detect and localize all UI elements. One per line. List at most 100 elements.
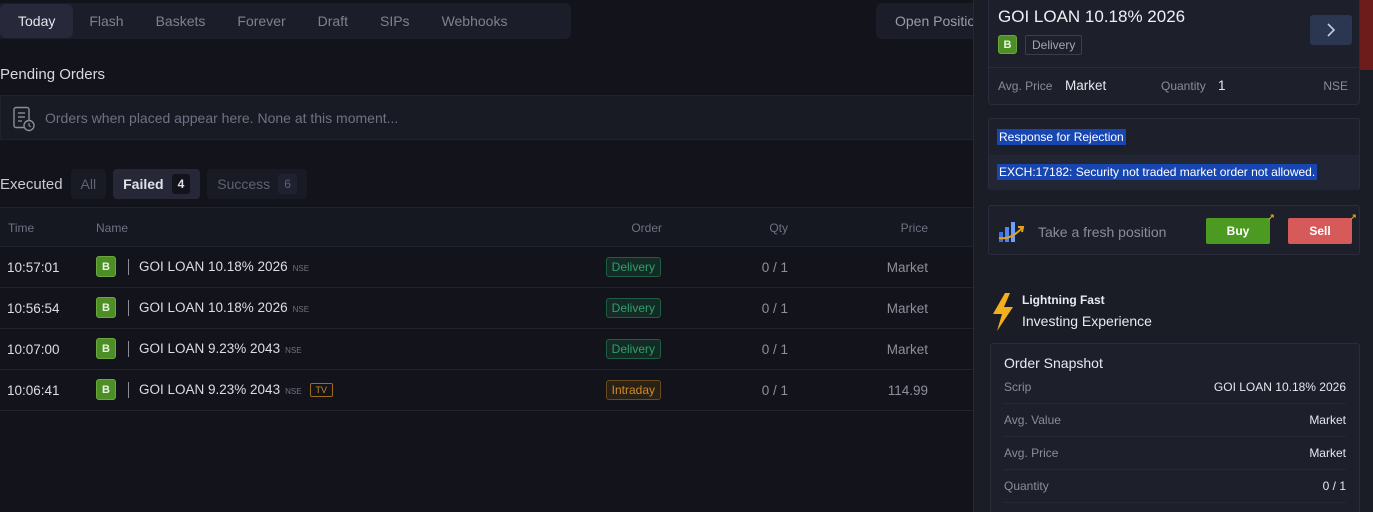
- promo-small-text: Lightning Fast: [1022, 293, 1105, 307]
- chevron-right-icon: [1326, 21, 1336, 38]
- order-tabs: Today Flash Baskets Forever Draft SIPs W…: [0, 3, 571, 39]
- row-scrip: GOI LOAN 10.18% 2026: [139, 259, 288, 274]
- avg-price-label: Avg. Price: [998, 79, 1053, 93]
- row-qty: 0 / 1: [761, 342, 788, 357]
- snapshot-value: Market: [1309, 413, 1346, 427]
- row-exchange: NSE: [285, 345, 302, 355]
- snapshot-row: Quantity 0 / 1: [1004, 479, 1346, 499]
- row-time: 10:56:54: [7, 301, 60, 316]
- order-snapshot: Order Snapshot Scrip GOI LOAN 10.18% 202…: [990, 343, 1360, 512]
- order-type-badge: Delivery: [605, 298, 661, 318]
- table-row[interactable]: 10:07:00 B GOI LOAN 9.23% 2043 NSE Deliv…: [0, 329, 990, 370]
- snapshot-label: Avg. Value: [1004, 413, 1061, 427]
- divider: [989, 67, 1359, 68]
- tab-today[interactable]: Today: [0, 4, 74, 38]
- tab-flash[interactable]: Flash: [73, 3, 139, 39]
- tab-webhooks[interactable]: Webhooks: [426, 3, 524, 39]
- snapshot-row: Scrip GOI LOAN 10.18% 2026: [1004, 380, 1346, 400]
- detail-buy-badge: B: [998, 35, 1017, 54]
- rejection-title: Response for Rejection: [997, 129, 1126, 145]
- snapshot-row: Avg. Price Market: [1004, 446, 1346, 466]
- pending-orders-empty: Orders when placed appear here. None at …: [0, 95, 990, 140]
- row-name: B GOI LOAN 10.18% 2026 NSE: [96, 256, 309, 277]
- order-type-badge: Delivery: [605, 257, 661, 277]
- quantity-value: 1: [1218, 78, 1226, 93]
- detail-scrip-title: GOI LOAN 10.18% 2026: [998, 7, 1186, 26]
- buy-side-badge: B: [96, 338, 116, 359]
- scrip-card: GOI LOAN 10.18% 2026 B Delivery Avg. Pri…: [988, 0, 1360, 105]
- fresh-position-text: Take a fresh position: [1038, 224, 1167, 240]
- executed-label: Executed: [0, 175, 63, 193]
- row-name: B GOI LOAN 9.23% 2043 NSE: [96, 338, 302, 359]
- row-qty: 0 / 1: [761, 260, 788, 275]
- open-positions-button[interactable]: Open Positions: [876, 3, 986, 39]
- row-exchange: NSE: [292, 304, 310, 314]
- table-row[interactable]: 10:56:54 B GOI LOAN 10.18% 2026 NSE Deli…: [0, 288, 990, 329]
- filter-failed-label: Failed: [123, 176, 164, 192]
- row-time: 10:06:41: [7, 383, 60, 398]
- pending-orders-title: Pending Orders: [0, 66, 106, 83]
- document-clock-icon: [12, 106, 36, 137]
- executed-filters: Executed All Failed 4 Success 6: [0, 169, 314, 199]
- tab-baskets[interactable]: Baskets: [140, 3, 222, 39]
- success-count-badge: 6: [278, 174, 297, 194]
- promo-big-text: Investing Experience: [1022, 313, 1152, 329]
- arrow-up-right-icon: ↗: [1349, 212, 1357, 222]
- sell-button-label: Sell: [1309, 224, 1331, 238]
- rejection-card: Response for Rejection EXCH:17182: Secur…: [988, 118, 1360, 190]
- header-qty: Qty: [769, 221, 788, 235]
- exchange-label: NSE: [1323, 79, 1348, 93]
- table-row[interactable]: 10:06:41 B GOI LOAN 9.23% 2043 NSE TV In…: [0, 370, 990, 411]
- header-order: Order: [631, 221, 662, 235]
- lightning-icon: [991, 293, 1015, 336]
- tab-draft[interactable]: Draft: [302, 3, 364, 39]
- filter-success-label: Success: [217, 176, 271, 192]
- buy-side-badge: B: [96, 297, 116, 318]
- snapshot-value: 0 / 1: [1322, 479, 1346, 493]
- divider: [128, 258, 129, 275]
- row-qty: 0 / 1: [761, 301, 788, 316]
- filter-success[interactable]: Success 6: [207, 169, 307, 199]
- table-row[interactable]: 10:57:01 B GOI LOAN 10.18% 2026 NSE Deli…: [0, 247, 990, 288]
- filter-all-label: All: [80, 176, 97, 192]
- quantity-label: Quantity: [1161, 79, 1206, 93]
- buy-side-badge: B: [96, 256, 116, 277]
- rejection-message: EXCH:17182: Security not traded market o…: [997, 164, 1318, 180]
- divider: [1004, 436, 1346, 437]
- filter-all[interactable]: All: [70, 169, 107, 199]
- row-scrip: GOI LOAN 9.23% 2043: [139, 341, 281, 356]
- row-price: Market: [886, 342, 928, 357]
- open-scrip-button[interactable]: [1310, 15, 1352, 45]
- status-accent-bar: [1360, 0, 1373, 70]
- snapshot-value: GOI LOAN 10.18% 2026: [1213, 380, 1346, 394]
- row-qty: 0 / 1: [761, 383, 788, 398]
- order-type-badge: Delivery: [605, 339, 661, 359]
- header-price: Price: [900, 221, 928, 235]
- filter-failed[interactable]: Failed 4: [113, 169, 201, 199]
- bar-chart-growth-icon: [997, 218, 1025, 249]
- row-time: 10:57:01: [7, 260, 60, 275]
- arrow-up-right-icon: ↗: [1267, 212, 1275, 222]
- snapshot-row: Avg. Value Market: [1004, 413, 1346, 433]
- row-exchange: NSE: [285, 386, 302, 396]
- buy-button-label: Buy: [1226, 224, 1250, 238]
- tab-sips[interactable]: SIPs: [364, 3, 426, 39]
- snapshot-value: Market: [1309, 446, 1346, 460]
- detail-product-badge: Delivery: [1025, 35, 1083, 55]
- header-name: Name: [96, 221, 129, 235]
- tradingview-tag: TV: [309, 382, 334, 397]
- tab-forever[interactable]: Forever: [221, 3, 301, 39]
- snapshot-label: Quantity: [1004, 479, 1049, 493]
- snapshot-label: Scrip: [1004, 380, 1032, 394]
- divider: [1004, 469, 1346, 470]
- row-price: Market: [886, 301, 928, 316]
- row-scrip: GOI LOAN 10.18% 2026: [139, 300, 288, 315]
- row-name: B GOI LOAN 9.23% 2043 NSE TV: [96, 379, 334, 400]
- sell-button[interactable]: Sell ↗: [1288, 213, 1357, 244]
- divider: [128, 381, 129, 398]
- header-time: Time: [8, 221, 35, 235]
- divider: [1004, 403, 1346, 404]
- table-header: Time Name Order Qty Price: [0, 207, 990, 247]
- orders-table: Time Name Order Qty Price 10:57:01 B GOI…: [0, 207, 990, 411]
- buy-button[interactable]: Buy ↗: [1206, 213, 1275, 244]
